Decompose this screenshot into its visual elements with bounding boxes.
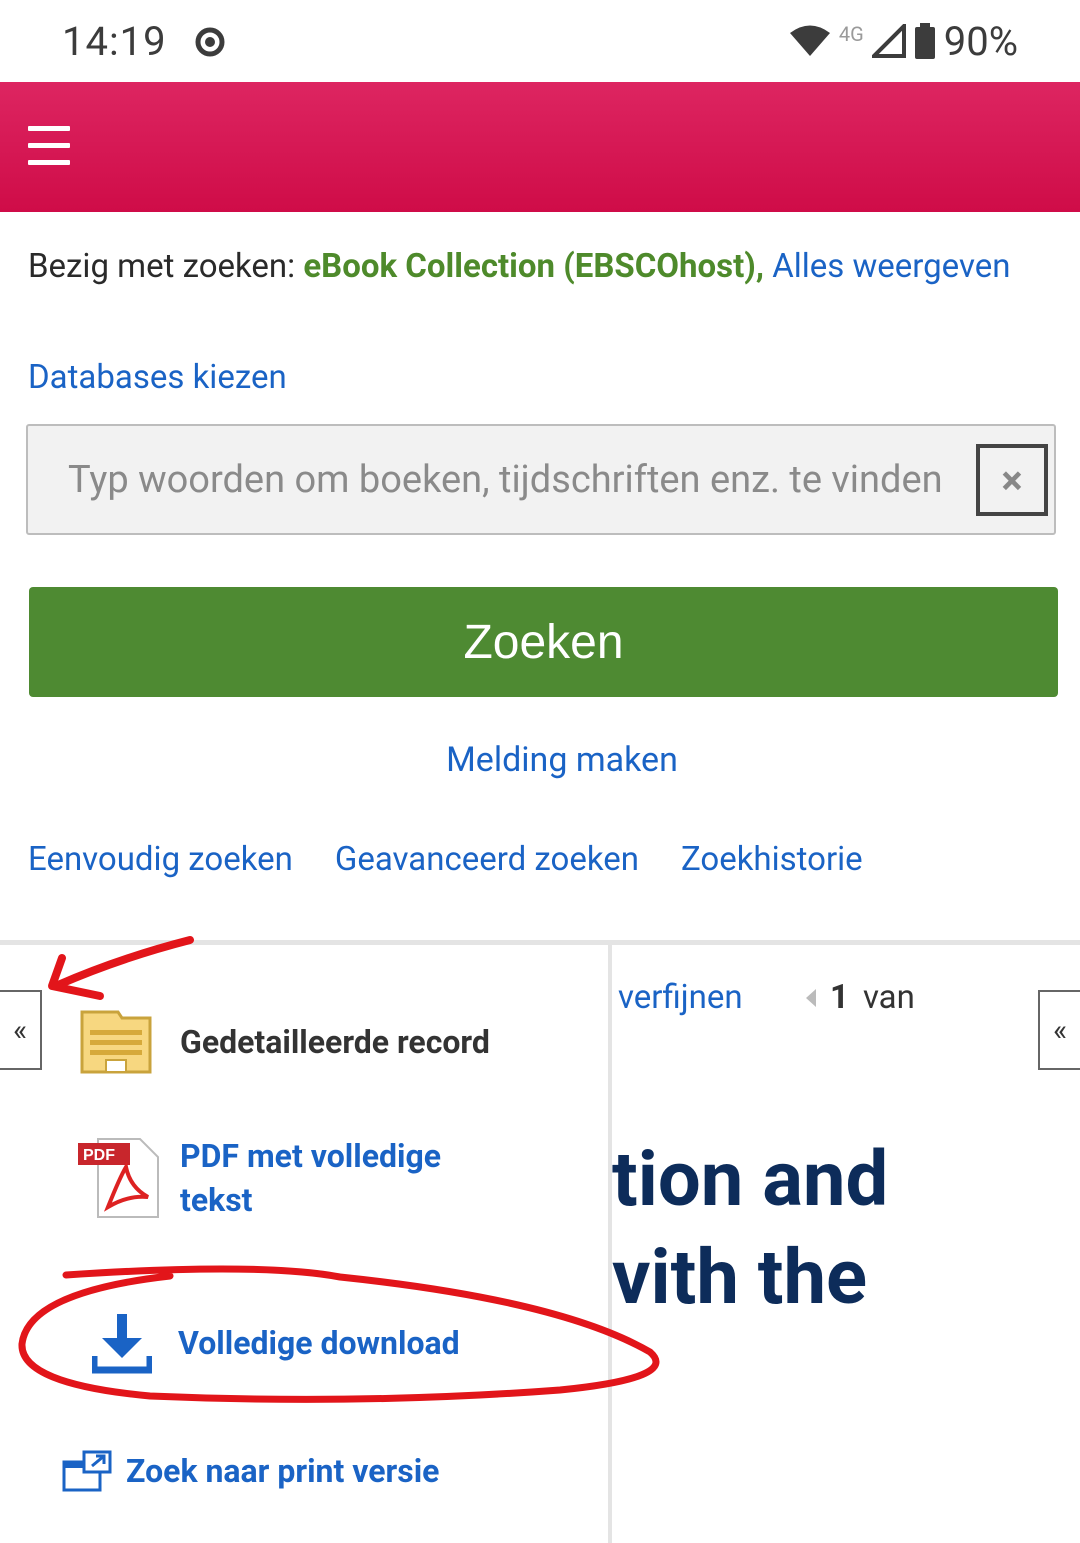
- print-version-icon: [62, 1450, 112, 1492]
- record-title: tion and vith the: [612, 1130, 1080, 1326]
- show-all-link[interactable]: Alles weergeven: [772, 247, 1010, 286]
- advanced-search-link[interactable]: Geavanceerd zoeken: [335, 840, 639, 879]
- battery-level: 90%: [943, 17, 1018, 65]
- sync-status-icon: [195, 27, 225, 57]
- search-box: ×: [26, 424, 1056, 535]
- pdf-icon: PDF: [78, 1138, 159, 1218]
- search-button[interactable]: Zoeken: [29, 587, 1058, 697]
- current-page: 1: [830, 978, 849, 1017]
- page-of-label: van: [862, 978, 915, 1017]
- close-icon: ×: [1001, 456, 1023, 504]
- network-type: 4G: [838, 22, 864, 46]
- battery-icon: [914, 23, 935, 59]
- wifi-icon: [789, 25, 830, 56]
- svg-text:PDF: PDF: [83, 1147, 115, 1164]
- detailed-record-icon: [80, 1010, 152, 1074]
- pdf-full-text-link[interactable]: PDF PDF met volledige tekst: [78, 1134, 500, 1222]
- previous-arrow-icon[interactable]: [806, 988, 816, 1007]
- double-chevron-left-icon: «: [12, 1012, 28, 1048]
- collapse-right-panel-button[interactable]: «: [1038, 990, 1080, 1070]
- download-icon: [92, 1314, 152, 1374]
- search-history-link[interactable]: Zoekhistorie: [681, 840, 863, 879]
- record-title-line-2: vith the: [612, 1232, 868, 1322]
- full-download-label: Volledige download: [178, 1324, 460, 1362]
- refine-results-link[interactable]: verfijnen: [618, 978, 743, 1017]
- result-pager: 1 van: [806, 978, 915, 1017]
- basic-search-link[interactable]: Eenvoudig zoeken: [28, 840, 293, 879]
- detailed-record-label: Gedetailleerde record: [180, 1023, 490, 1061]
- collapse-left-panel-button[interactable]: «: [0, 990, 42, 1070]
- app-header: [0, 82, 1080, 212]
- create-alert-link[interactable]: Melding maken: [0, 740, 1080, 780]
- clear-search-button[interactable]: ×: [976, 444, 1048, 516]
- print-version-link[interactable]: Zoek naar print versie: [62, 1450, 439, 1492]
- status-bar: 14:19 4G 90%: [0, 0, 1080, 82]
- full-download-link[interactable]: Volledige download: [92, 1312, 460, 1374]
- double-chevron-left-icon: «: [1052, 1012, 1068, 1048]
- search-scope: Bezig met zoeken: eBook Collection (EBSC…: [28, 240, 1038, 293]
- detailed-record-link[interactable]: Gedetailleerde record: [78, 1008, 490, 1076]
- searching-label: Bezig met zoeken:: [28, 247, 296, 286]
- search-nav: Eenvoudig zoeken Geavanceerd zoeken Zoek…: [28, 840, 863, 879]
- pdf-full-text-label: PDF met volledige tekst: [180, 1137, 442, 1219]
- database-name: eBook Collection (EBSCOhost),: [303, 247, 764, 286]
- print-version-label: Zoek naar print versie: [126, 1452, 440, 1490]
- choose-databases-link[interactable]: Databases kiezen: [28, 358, 287, 397]
- cellular-signal-icon: [871, 24, 906, 58]
- search-input[interactable]: [28, 426, 978, 533]
- hamburger-menu-icon[interactable]: [28, 126, 70, 165]
- record-title-line-1: tion and: [612, 1134, 889, 1224]
- status-time: 14:19: [62, 18, 167, 65]
